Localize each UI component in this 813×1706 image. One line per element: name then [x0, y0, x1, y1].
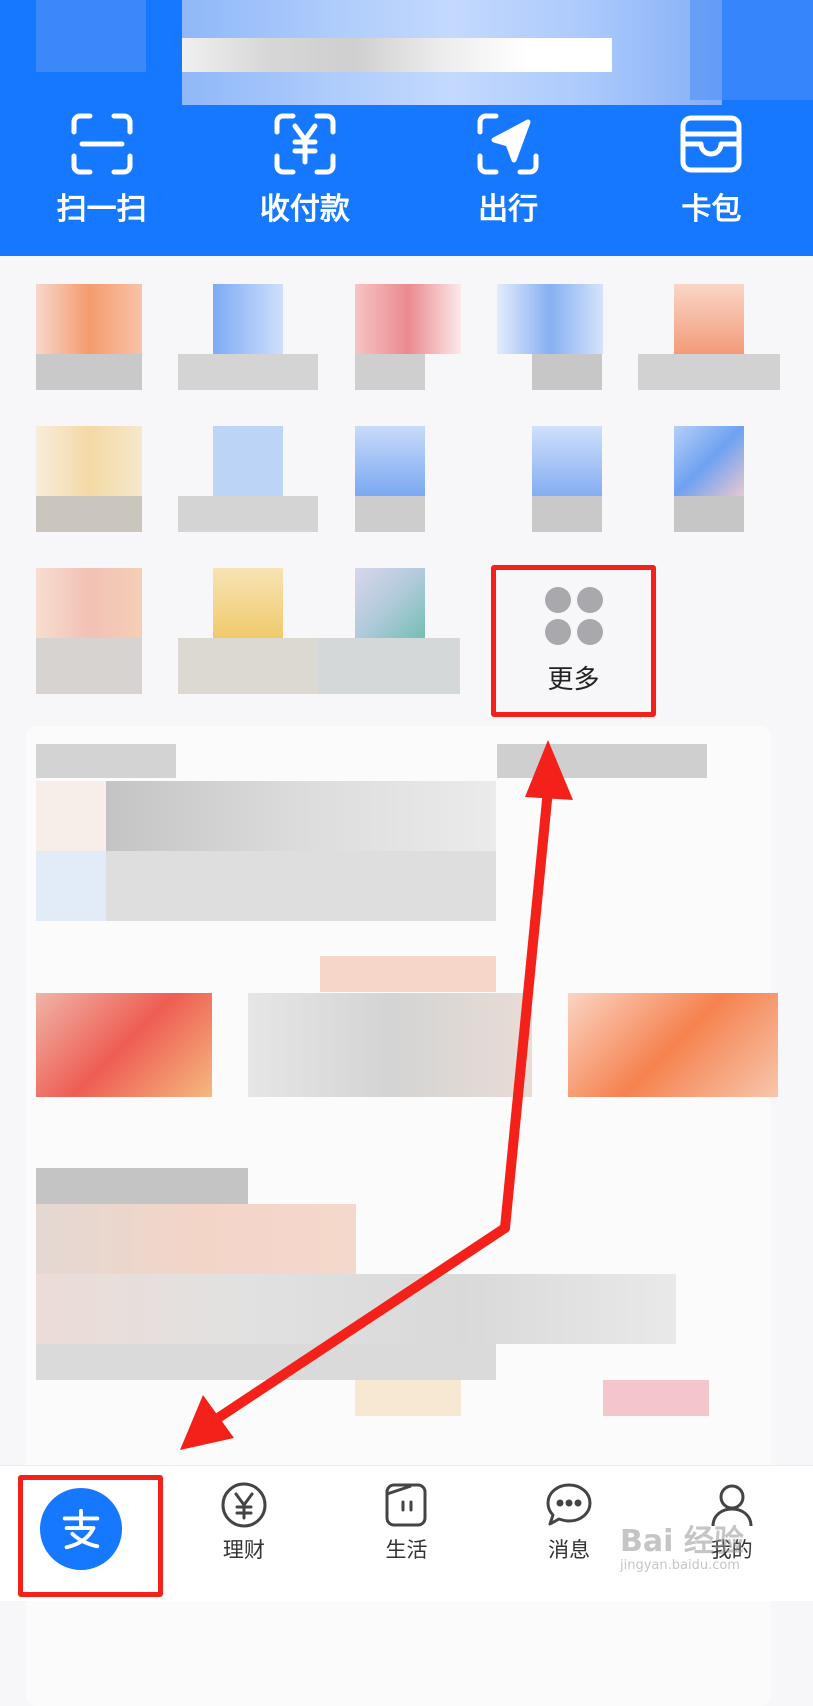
blurred-app-tile: [674, 496, 744, 532]
more-grid-dot: [544, 586, 571, 613]
tab-home[interactable]: [11, 1466, 151, 1601]
blurred-text: [603, 1380, 709, 1416]
blurred-text: [36, 1168, 248, 1204]
blurred-app-tile: [355, 284, 461, 354]
blurred-text: [106, 781, 496, 851]
blurred-text: [36, 1204, 356, 1274]
blurred-app-tile: [318, 638, 460, 694]
blurred-text: [36, 781, 106, 851]
blurred-app-tile: [355, 426, 425, 496]
blurred-region: [36, 0, 146, 72]
blurred-app-tile: [674, 284, 744, 354]
blurred-banner: [36, 993, 212, 1097]
blurred-app-tile: [36, 638, 142, 694]
blurred-app-tile: [674, 426, 744, 496]
blurred-region: [690, 0, 813, 100]
yuan-circle-icon: [221, 1482, 267, 1528]
message-bubble-icon: [546, 1483, 592, 1526]
blurred-app-tile: [213, 568, 283, 638]
blurred-app-tile: [497, 284, 603, 354]
travel-button[interactable]: 出行: [428, 110, 588, 230]
tab-finance-label: 理财: [222, 1538, 265, 1562]
blurred-app-tile: [532, 426, 602, 496]
life-icon: [385, 1483, 427, 1527]
more-button[interactable]: 更多: [496, 570, 651, 712]
quick-actions: 扫一扫 收付款 出行 卡包: [0, 110, 813, 230]
travel-icon: [477, 113, 539, 175]
blurred-app-tile: [36, 354, 142, 390]
scan-label: 扫一扫: [56, 192, 147, 227]
more-grid-dot: [576, 586, 603, 613]
scan-button[interactable]: 扫一扫: [22, 110, 182, 230]
top-header: 扫一扫 收付款 出行 卡包: [0, 0, 813, 256]
scan-icon: [71, 113, 133, 175]
blurred-banner: [568, 993, 778, 1097]
blurred-app-tile: [532, 496, 602, 532]
payment-code-label: 收付款: [259, 192, 350, 227]
more-grid-icon: [544, 586, 603, 645]
blurred-app-tile: [355, 568, 425, 638]
travel-label: 出行: [478, 192, 539, 227]
more-grid-dot: [544, 618, 571, 645]
blurred-app-tile: [178, 496, 318, 532]
wallet-label: 卡包: [681, 192, 742, 227]
person-icon: [711, 1484, 753, 1527]
tab-life-label: 生活: [385, 1538, 428, 1562]
blurred-app-tile: [532, 354, 602, 390]
more-highlight-box: 更多: [491, 565, 656, 717]
blurred-app-tile: [213, 284, 283, 354]
blurred-app-tile: [36, 496, 142, 532]
blurred-text: [36, 1274, 676, 1344]
alipay-home-icon: [40, 1488, 123, 1570]
blurred-text: [497, 744, 707, 778]
blurred-app-tile: [638, 354, 780, 390]
more-label: 更多: [547, 664, 600, 695]
blurred-banner: [320, 956, 496, 992]
blurred-app-tile: [355, 496, 425, 532]
blurred-text: [36, 744, 176, 778]
tab-me[interactable]: 我的: [662, 1466, 802, 1601]
blurred-app-tile: [178, 638, 318, 694]
payment-code-icon: [274, 113, 336, 175]
blurred-text: [106, 851, 496, 921]
blurred-content-area: [0, 256, 813, 1706]
tab-messages[interactable]: 消息: [499, 1466, 639, 1601]
blurred-banner: [248, 993, 532, 1097]
blurred-app-tile: [36, 284, 142, 354]
blurred-app-tile: [178, 354, 318, 390]
wallet-button[interactable]: 卡包: [631, 110, 791, 230]
tab-me-label: 我的: [710, 1538, 753, 1562]
blurred-app-tile: [36, 426, 142, 496]
blurred-text: [36, 1344, 496, 1380]
tab-messages-label: 消息: [548, 1538, 591, 1562]
blurred-app-tile: [213, 426, 283, 496]
search-bar[interactable]: [182, 38, 612, 72]
bottom-tabbar: 理财 生活 消息 我的: [0, 1465, 813, 1601]
blurred-text: [36, 851, 106, 921]
blurred-text: [355, 1380, 461, 1416]
tab-life[interactable]: 生活: [336, 1466, 476, 1601]
blurred-app-tile: [36, 568, 142, 638]
payment-code-button[interactable]: 收付款: [225, 110, 385, 230]
blurred-app-tile: [355, 354, 425, 390]
tab-finance[interactable]: 理财: [174, 1466, 314, 1601]
wallet-icon: [680, 115, 742, 173]
more-grid-dot: [576, 618, 603, 645]
